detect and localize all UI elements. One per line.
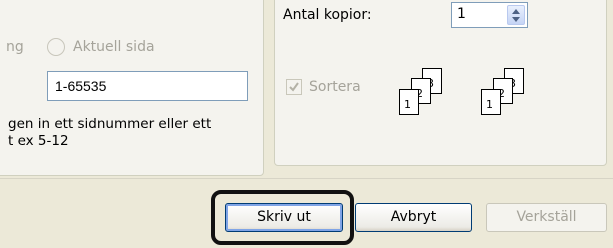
pages-input[interactable] xyxy=(47,71,248,101)
copies-spinner[interactable]: 1 xyxy=(451,2,528,28)
page-icon: 1 xyxy=(481,89,501,115)
page-range-radio-row: ng Aktuell sida xyxy=(0,36,260,60)
apply-button[interactable]: Verkställ xyxy=(486,203,607,232)
chevron-down-icon[interactable] xyxy=(512,17,520,22)
page-icon: 1 xyxy=(399,89,419,115)
current-page-radio[interactable] xyxy=(47,38,65,56)
chevron-up-icon[interactable] xyxy=(512,9,520,14)
current-page-label[interactable]: Aktuell sida xyxy=(73,39,155,55)
divider xyxy=(0,178,613,179)
previous-option-label: ng xyxy=(6,39,24,55)
collate-checkbox[interactable] xyxy=(286,79,302,95)
print-button-highlight xyxy=(211,190,354,245)
collate-label: Sortera xyxy=(309,79,361,95)
checkmark-icon xyxy=(289,82,299,92)
spin-button[interactable] xyxy=(507,5,525,25)
hint-line-2: t ex 5-12 xyxy=(8,133,69,149)
page-range-hint: gen in ett sidnummer eller ett t ex 5-12 xyxy=(8,116,211,150)
number-of-copies-label: Antal kopior: xyxy=(283,7,372,23)
collate-pages-icon: 3 2 1 xyxy=(394,67,464,121)
cancel-button[interactable]: Avbryt xyxy=(355,203,472,232)
copies-value[interactable]: 1 xyxy=(457,6,466,22)
print-dialog: ng Aktuell sida gen in ett sidnummer ell… xyxy=(0,0,613,248)
collate-pages-icon: 3 2 1 xyxy=(476,67,546,121)
hint-line-1: gen in ett sidnummer eller ett xyxy=(8,116,212,132)
